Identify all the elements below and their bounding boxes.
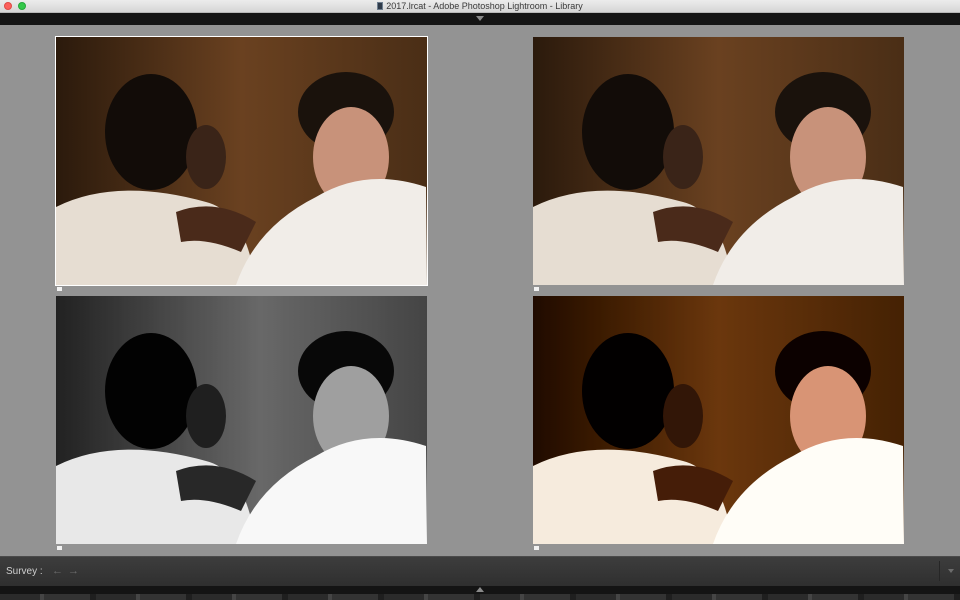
triangle-up-icon[interactable] [476,587,484,592]
photo-2-image [533,37,904,285]
toolbar-divider [939,561,940,581]
survey-view [0,25,960,556]
toolbar-menu-chevron-icon[interactable] [948,569,954,573]
window-title-container: 2017.lrcat - Adobe Photoshop Lightroom -… [0,0,960,12]
arrow-right-icon[interactable]: → [68,566,79,577]
photo-2[interactable] [533,37,904,285]
photo-4[interactable] [533,296,904,544]
document-icon [377,2,384,10]
survey-label: Survey : [6,566,43,577]
filmstrip-peek [0,594,960,600]
photo-1-image [56,37,427,285]
triangle-down-icon[interactable] [476,16,484,21]
arrow-left-icon[interactable]: ← [52,566,63,577]
photo-3-image [56,296,427,544]
photo-4-image [533,296,904,544]
photo-1-badge [57,287,62,291]
title-bar: 2017.lrcat - Adobe Photoshop Lightroom -… [0,0,960,13]
photo-3[interactable] [56,296,427,544]
photo-1[interactable] [55,36,428,286]
photo-3-badge [57,546,62,550]
photo-2-badge [534,287,539,291]
filmstrip-toggle-strip[interactable] [0,586,960,594]
photo-4-badge [534,546,539,550]
toolbar: Survey : ← → [0,556,960,586]
top-panel-toggle-strip[interactable] [0,13,960,25]
window-title: 2017.lrcat - Adobe Photoshop Lightroom -… [386,1,583,11]
